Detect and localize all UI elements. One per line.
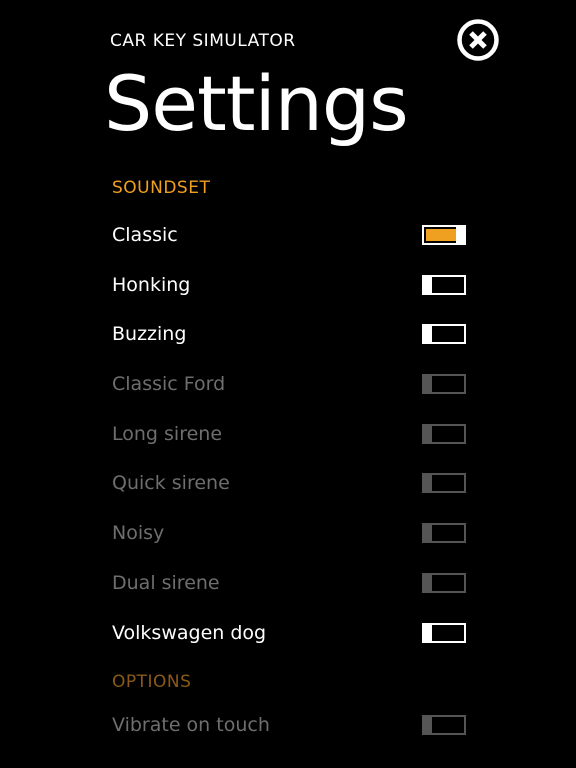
toggle-knob — [424, 575, 432, 591]
toggle-switch[interactable] — [422, 424, 466, 444]
soundset-item-quick-sirene[interactable]: Quick sirene — [112, 468, 468, 498]
soundset-item-label: Classic — [112, 224, 178, 246]
toggle-switch[interactable] — [422, 225, 466, 245]
soundset-item-classic[interactable]: Classic — [112, 220, 468, 250]
toggle-switch[interactable] — [422, 523, 466, 543]
section-header-soundset: SOUNDSET — [112, 178, 211, 198]
toggle-knob — [424, 525, 432, 541]
app-subtitle: CAR KEY SIMULATOR — [110, 31, 296, 51]
toggle-knob — [424, 475, 432, 491]
section-header-options: OPTIONS — [112, 672, 192, 692]
soundset-item-long-sirene[interactable]: Long sirene — [112, 419, 468, 449]
toggle-knob — [424, 426, 432, 442]
soundset-item-noisy[interactable]: Noisy — [112, 518, 468, 548]
toggle-switch[interactable] — [422, 324, 466, 344]
toggle-switch[interactable] — [422, 473, 466, 493]
soundset-item-label: Volkswagen dog — [112, 622, 267, 644]
soundset-item-buzzing[interactable]: Buzzing — [112, 319, 468, 349]
soundset-item-honking[interactable]: Honking — [112, 270, 468, 300]
toggle-switch[interactable] — [422, 374, 466, 394]
soundset-item-classic-ford[interactable]: Classic Ford — [112, 369, 468, 399]
soundset-item-label: Dual sirene — [112, 572, 220, 594]
toggle-switch[interactable] — [422, 715, 466, 735]
option-item-vibrate-on-touch[interactable]: Vibrate on touch — [112, 710, 468, 740]
toggle-fill — [426, 229, 456, 241]
toggle-switch[interactable] — [422, 275, 466, 295]
soundset-item-label: Classic Ford — [112, 373, 226, 395]
soundset-item-label: Honking — [112, 274, 191, 296]
soundset-item-label: Quick sirene — [112, 472, 230, 494]
soundset-item-volkswagen-dog[interactable]: Volkswagen dog — [112, 618, 468, 648]
toggle-knob — [424, 717, 432, 733]
close-button[interactable] — [456, 18, 500, 62]
soundset-item-dual-sirene[interactable]: Dual sirene — [112, 568, 468, 598]
toggle-knob — [424, 277, 432, 293]
toggle-knob — [424, 625, 432, 641]
soundset-item-label: Long sirene — [112, 423, 223, 445]
close-circle-icon — [457, 19, 499, 61]
toggle-switch[interactable] — [422, 573, 466, 593]
toggle-switch[interactable] — [422, 623, 466, 643]
toggle-knob — [424, 326, 432, 342]
toggle-knob — [424, 376, 432, 392]
option-item-label: Vibrate on touch — [112, 714, 270, 736]
soundset-item-label: Buzzing — [112, 323, 187, 345]
page-title: Settings — [104, 59, 409, 148]
toggle-knob — [456, 227, 464, 243]
soundset-item-label: Noisy — [112, 522, 165, 544]
